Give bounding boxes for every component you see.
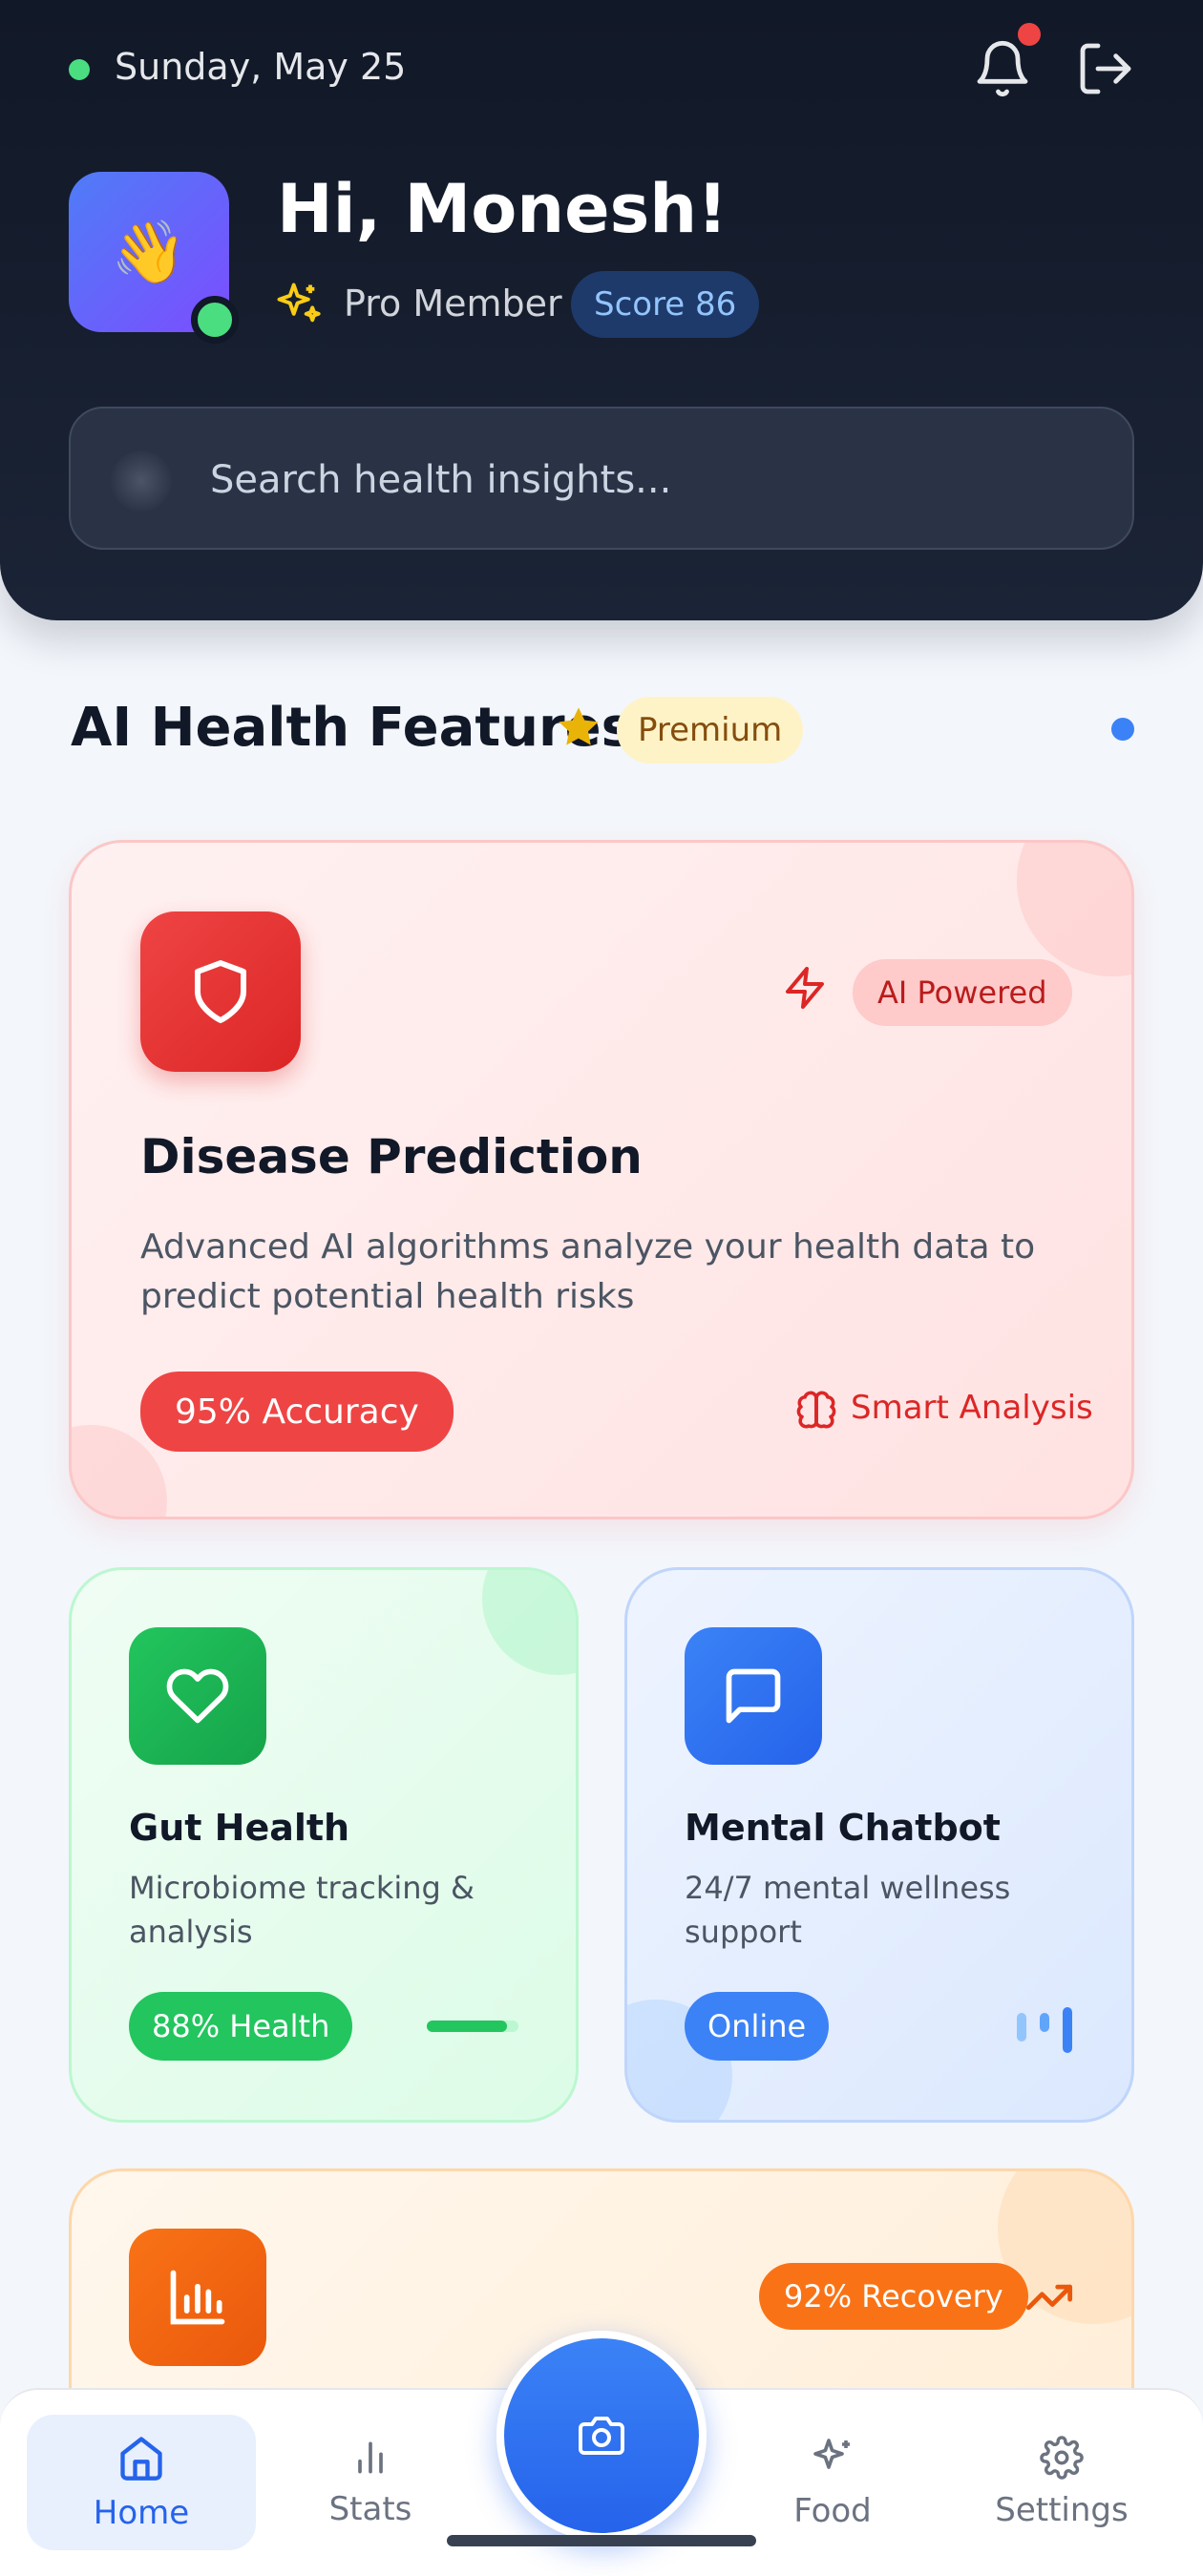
card-title: Disease Prediction <box>140 1129 643 1184</box>
star-icon <box>559 707 599 745</box>
header: Sunday, May 25 👋 Hi, Monesh! Pro Member … <box>0 0 1203 620</box>
zap-icon <box>786 967 824 1009</box>
nav-stats[interactable]: Stats <box>256 2415 485 2550</box>
camera-icon <box>579 2417 624 2455</box>
card-title: Gut Health <box>129 1807 350 1849</box>
disease-prediction-card[interactable]: AI Powered Disease Prediction Advanced A… <box>69 840 1134 1519</box>
card-description: Advanced AI algorithms analyze your heal… <box>140 1227 1036 1317</box>
date-text: Sunday, May 25 <box>115 46 407 88</box>
recovery-badge: 92% Recovery <box>759 2263 1028 2330</box>
bell-icon[interactable] <box>972 36 1033 101</box>
gut-health-card[interactable]: Gut Health Microbiome tracking & analysi… <box>69 1567 579 2123</box>
section-indicator-dot <box>1111 718 1134 741</box>
camera-button[interactable] <box>496 2331 707 2541</box>
ai-powered-badge: AI Powered <box>853 959 1072 1026</box>
nav-label: Home <box>93 2494 190 2532</box>
waving-hand-icon: 👋 <box>111 217 187 288</box>
home-indicator <box>447 2535 756 2546</box>
chat-icon <box>726 1668 781 1724</box>
card-description: Microbiome tracking & analysis <box>129 1870 475 1951</box>
shield-tile <box>140 911 301 1072</box>
nav-settings[interactable]: Settings <box>947 2415 1176 2550</box>
gear-icon <box>1040 2436 1084 2480</box>
card-description: 24/7 mental wellness support <box>685 1870 1011 1951</box>
search-input[interactable] <box>210 447 1069 513</box>
section-title: AI Health Features <box>71 697 633 759</box>
activity-bars <box>1017 2007 1078 2053</box>
logout-icon[interactable] <box>1075 38 1136 99</box>
card-decoration <box>482 1570 576 1675</box>
greeting-title: Hi, Monesh! <box>277 170 728 248</box>
membership-label: Pro Member <box>344 283 562 325</box>
trending-up-icon <box>1025 2284 1073 2311</box>
mental-chatbot-card[interactable]: Mental Chatbot 24/7 mental wellness supp… <box>624 1567 1134 2123</box>
heart-tile <box>129 1627 266 1765</box>
chart-tile <box>129 2229 266 2366</box>
search-icon <box>111 450 172 512</box>
smart-analysis-label: Smart Analysis <box>851 1389 1093 1427</box>
nav-label: Food <box>793 2492 872 2530</box>
search-bar[interactable] <box>69 407 1134 550</box>
card-title: Mental Chatbot <box>685 1807 1001 1849</box>
brain-icon <box>796 1391 836 1429</box>
nav-label: Stats <box>328 2490 412 2528</box>
avatar-online-badge <box>191 296 239 344</box>
food-sparkle-icon <box>813 2439 850 2469</box>
heart-icon <box>166 1668 229 1724</box>
online-badge: Online <box>685 1992 830 2061</box>
shield-icon <box>195 960 246 1023</box>
health-badge: 88% Health <box>129 1992 353 2061</box>
online-status-dot <box>69 59 90 80</box>
score-badge: Score 86 <box>571 271 760 338</box>
health-progress-track <box>427 2021 518 2032</box>
nav-food[interactable]: Food <box>718 2415 947 2550</box>
accuracy-badge: 95% Accuracy <box>140 1372 454 1452</box>
bar-chart-icon <box>170 2270 225 2325</box>
stats-icon <box>358 2441 383 2474</box>
notification-dot <box>1018 23 1041 46</box>
card-decoration <box>1017 843 1131 976</box>
nav-home[interactable]: Home <box>27 2415 256 2550</box>
health-progress-fill <box>427 2021 508 2032</box>
nav-label: Settings <box>995 2491 1129 2529</box>
home-icon <box>120 2437 162 2481</box>
premium-badge: Premium <box>617 697 804 764</box>
chat-tile <box>685 1627 822 1765</box>
sparkle-icon <box>277 283 321 323</box>
